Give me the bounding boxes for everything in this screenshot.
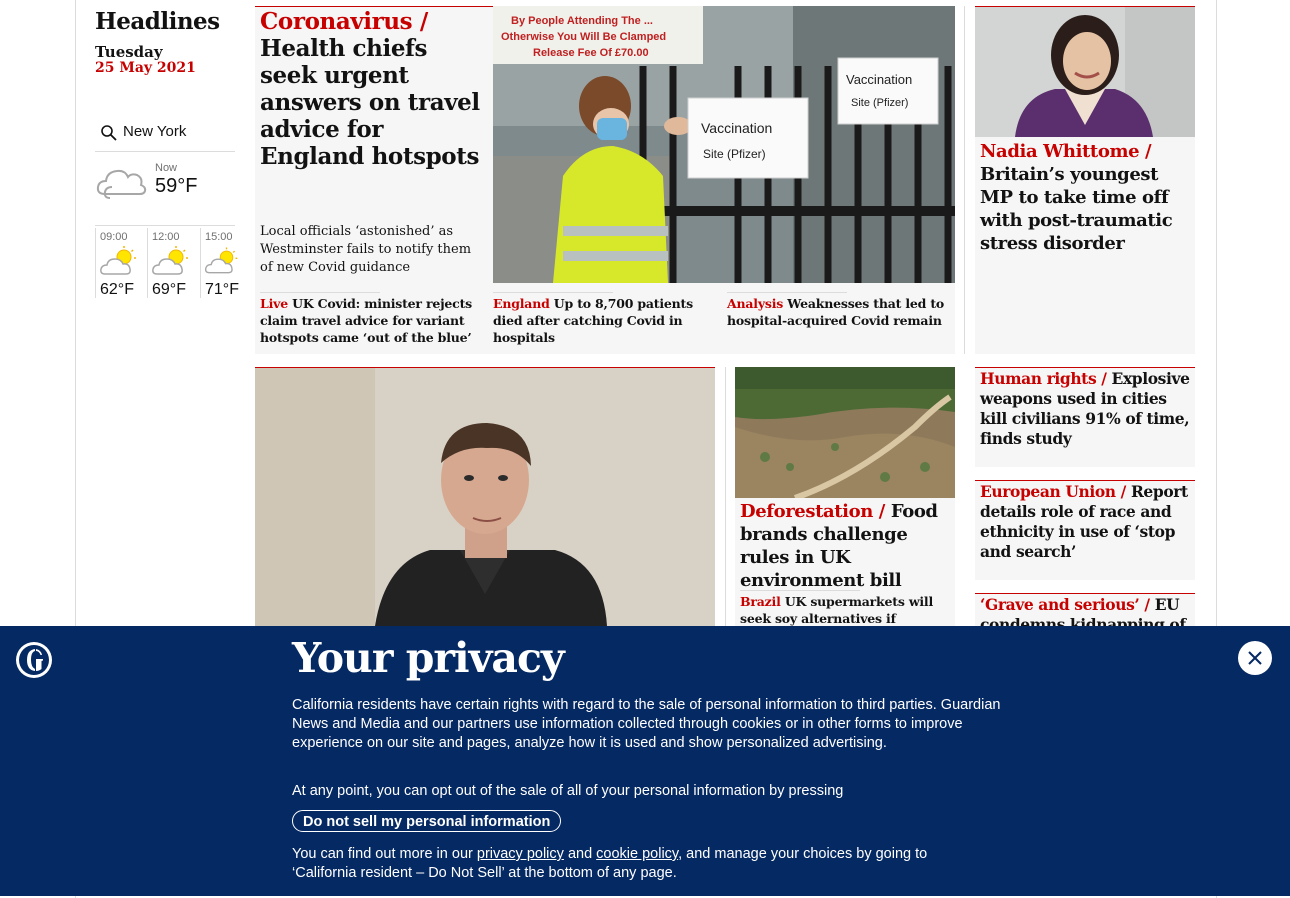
list-card-rule [975, 480, 1195, 481]
weather-location-search[interactable]: New York [95, 118, 235, 152]
search-icon [101, 125, 117, 141]
photo-sign-1a: Vaccination [701, 120, 772, 136]
privacy-paragraph-3: You can find out more in our privacy pol… [292, 845, 972, 883]
related-link[interactable]: Analysis Weaknesses that led to hospital… [727, 295, 947, 329]
lead-kicker: Coronavirus / [260, 8, 428, 35]
photo-sign-2a: Vaccination [846, 72, 912, 87]
privacy-paragraph-1: California residents have certain rights… [292, 697, 1001, 751]
svg-text:Release Fee Of £70.00: Release Fee Of £70.00 [533, 47, 649, 59]
date-full: 25 May 2021 [95, 60, 196, 76]
whittome-headline-text: Britain’s youngest MP to take time off w… [980, 164, 1173, 254]
whittome-kicker: Nadia Whittome / [980, 141, 1152, 162]
sub-rule [727, 292, 847, 293]
list-item[interactable]: European Union / Report details role of … [980, 482, 1190, 562]
privacy-banner: Your privacy California residents have c… [0, 626, 1290, 896]
partly-sunny-icon [204, 247, 238, 274]
privacy-paragraph-2: At any point, you can opt out of the sal… [292, 783, 844, 799]
sub-rule [493, 292, 613, 293]
list-card-rule [975, 367, 1195, 368]
list-kicker: Human rights / [980, 369, 1107, 388]
cloud-icon [96, 169, 147, 199]
photo-sign-1b: Site (Pfizer) [703, 147, 766, 161]
deforestation-photo[interactable] [735, 367, 955, 498]
list-kicker: ‘Grave and serious’ / [980, 595, 1150, 614]
lead-headline-text: Health chiefs seek urgent answers on tra… [260, 35, 480, 170]
forecast-item: 09:00 62°F [95, 228, 148, 298]
list-item[interactable]: Human rights / Explosive weapons used in… [980, 369, 1190, 449]
lead-sub-text: UK Covid: minister rejects claim travel … [260, 296, 472, 345]
protasevich-photo[interactable] [255, 368, 715, 626]
sub-rule [260, 292, 380, 293]
list-card-rule [975, 593, 1195, 594]
brazil-kicker: Brazil [740, 594, 781, 609]
date-day: Tuesday [95, 43, 163, 61]
weather-location: New York [123, 123, 187, 140]
weather-now-temp: 59°F [155, 175, 198, 197]
deforestation-kicker: Deforestation / [740, 501, 885, 522]
partly-sunny-icon [100, 246, 136, 275]
forecast-temp: 62°F [100, 281, 134, 298]
lead-headline[interactable]: Coronavirus / Health chiefs seek urgent … [260, 8, 485, 170]
column-divider [725, 367, 726, 627]
live-kicker: Live [260, 296, 288, 311]
forecast-time: 09:00 [100, 231, 128, 243]
photo-sign-2b: Site (Pfizer) [851, 97, 908, 109]
whittome-photo[interactable] [975, 7, 1195, 137]
forecast-item: 15:00 71°F [200, 228, 241, 298]
privacy-title: Your privacy [292, 634, 565, 682]
close-icon [1248, 651, 1262, 665]
sub-rule [740, 590, 860, 591]
lead-photo[interactable]: By People Attending The ... Otherwise Yo… [493, 6, 955, 283]
headlines-title: Headlines [95, 8, 220, 35]
whittome-headline[interactable]: Nadia Whittome / Britain’s youngest MP t… [980, 140, 1190, 255]
forecast-temp: 71°F [205, 281, 239, 298]
guardian-logo-icon[interactable] [16, 642, 52, 678]
photo-top-sign: By People Attending The ... [511, 15, 653, 27]
forecast-time: 15:00 [205, 231, 233, 243]
svg-text:Otherwise You Will Be Clamped: Otherwise You Will Be Clamped [501, 31, 666, 43]
weather-now-label: Now [155, 162, 178, 174]
deforestation-headline[interactable]: Deforestation / Food brands challenge ru… [740, 500, 952, 592]
lead-sub-link[interactable]: Live UK Covid: minister rejects claim tr… [260, 295, 482, 346]
partly-sunny-icon [152, 246, 188, 275]
weather-divider [95, 225, 235, 226]
forecast-time: 12:00 [152, 231, 180, 243]
forecast-temp: 69°F [152, 281, 186, 298]
list-kicker: European Union / [980, 482, 1126, 501]
privacy-policy-link[interactable]: privacy policy [477, 846, 564, 862]
privacy-text-a: You can find out more in our [292, 846, 473, 862]
privacy-text-b: and [567, 846, 593, 862]
related-kicker: England [493, 296, 550, 311]
do-not-sell-button[interactable]: Do not sell my personal information [292, 810, 562, 832]
close-button[interactable] [1238, 641, 1272, 675]
related-link[interactable]: England Up to 8,700 patients died after … [493, 295, 713, 346]
lead-standfirst: Local officials ‘astonished’ as Westmins… [260, 224, 472, 275]
related-kicker: Analysis [727, 296, 784, 311]
column-divider [964, 6, 965, 354]
cookie-policy-link[interactable]: cookie policy [596, 846, 678, 862]
forecast-item: 12:00 69°F [147, 228, 200, 298]
